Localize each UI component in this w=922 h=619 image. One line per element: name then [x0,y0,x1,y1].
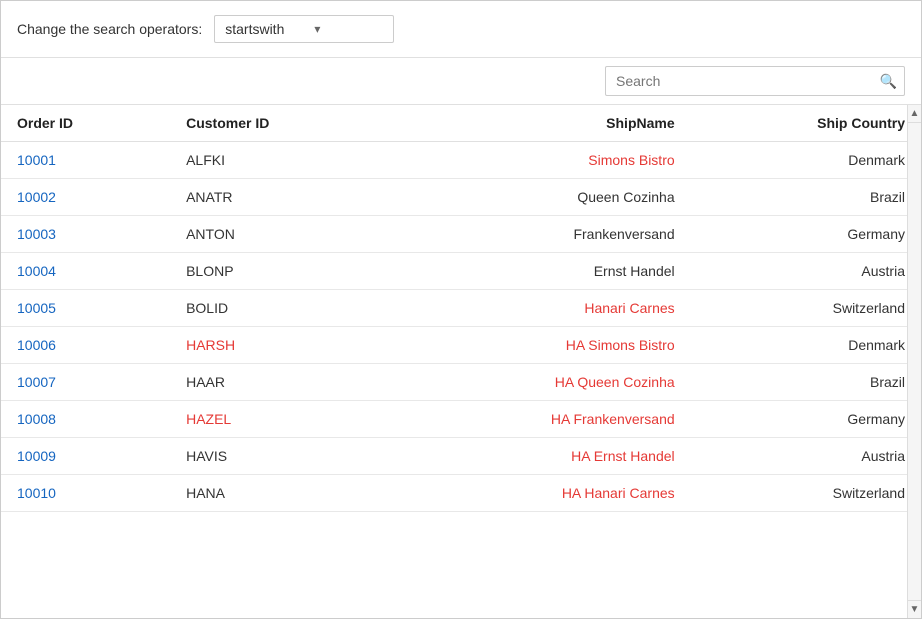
cell-country: Austria [691,438,921,475]
cell-country: Germany [691,401,921,438]
table-row[interactable]: 10003ANTONFrankenversandGermany [1,216,921,253]
table-row[interactable]: 10010HANAHA Hanari CarnesSwitzerland [1,475,921,512]
scroll-arrow-up[interactable]: ▲ [908,105,922,123]
cell-country: Denmark [691,327,921,364]
table-row[interactable]: 10005BOLIDHanari CarnesSwitzerland [1,290,921,327]
cell-customerid: BOLID [170,290,391,327]
cell-orderid: 10006 [1,327,170,364]
cell-country: Brazil [691,364,921,401]
cell-shipname: Frankenversand [391,216,690,253]
cell-shipname: HA Simons Bistro [391,327,690,364]
col-header-shipname: ShipName [391,105,690,142]
table-header: Order ID Customer ID ShipName Ship Count… [1,105,921,142]
cell-country: Brazil [691,179,921,216]
cell-orderid: 10002 [1,179,170,216]
cell-shipname: Queen Cozinha [391,179,690,216]
cell-customerid: HAAR [170,364,391,401]
cell-country: Austria [691,253,921,290]
col-header-country: Ship Country [691,105,921,142]
cell-shipname: Simons Bistro [391,142,690,179]
cell-shipname: HA Ernst Handel [391,438,690,475]
cell-shipname: HA Frankenversand [391,401,690,438]
cell-customerid: HARSH [170,327,391,364]
cell-customerid: ANATR [170,179,391,216]
table-row[interactable]: 10004BLONPErnst HandelAustria [1,253,921,290]
search-bar-row: 🔍 [1,58,921,105]
col-header-customerid: Customer ID [170,105,391,142]
scroll-track[interactable] [908,123,921,600]
data-grid: Order ID Customer ID ShipName Ship Count… [1,105,921,512]
scroll-arrow-down[interactable]: ▼ [908,600,922,618]
chevron-down-icon: ▾ [314,22,320,36]
cell-country: Germany [691,216,921,253]
table-row[interactable]: 10002ANATRQueen CozinhaBrazil [1,179,921,216]
main-container: Change the search operators: startswith … [0,0,922,619]
cell-orderid: 10004 [1,253,170,290]
search-input[interactable] [605,66,905,96]
cell-customerid: HAZEL [170,401,391,438]
table-row[interactable]: 10006HARSHHA Simons BistroDenmark [1,327,921,364]
operator-dropdown[interactable]: startswith ▾ [214,15,394,43]
table-row[interactable]: 10007HAARHA Queen CozinhaBrazil [1,364,921,401]
cell-customerid: BLONP [170,253,391,290]
cell-shipname: HA Queen Cozinha [391,364,690,401]
cell-customerid: HANA [170,475,391,512]
operator-value: startswith [225,21,284,37]
cell-shipname: Hanari Carnes [391,290,690,327]
operator-label: Change the search operators: [17,21,202,37]
scrollbar-right[interactable]: ▲ ▼ [907,105,921,618]
cell-orderid: 10003 [1,216,170,253]
cell-orderid: 10010 [1,475,170,512]
cell-orderid: 10008 [1,401,170,438]
table-row[interactable]: 10008HAZELHA FrankenversandGermany [1,401,921,438]
table-wrapper: Order ID Customer ID ShipName Ship Count… [1,105,921,618]
cell-country: Switzerland [691,475,921,512]
cell-country: Denmark [691,142,921,179]
cell-shipname: HA Hanari Carnes [391,475,690,512]
cell-orderid: 10001 [1,142,170,179]
cell-orderid: 10007 [1,364,170,401]
top-bar: Change the search operators: startswith … [1,1,921,58]
cell-country: Switzerland [691,290,921,327]
cell-customerid: ALFKI [170,142,391,179]
cell-shipname: Ernst Handel [391,253,690,290]
table-body: 10001ALFKISimons BistroDenmark10002ANATR… [1,142,921,512]
cell-customerid: ANTON [170,216,391,253]
search-wrapper: 🔍 [605,66,905,96]
table-row[interactable]: 10009HAVISHA Ernst HandelAustria [1,438,921,475]
cell-orderid: 10005 [1,290,170,327]
table-row[interactable]: 10001ALFKISimons BistroDenmark [1,142,921,179]
cell-orderid: 10009 [1,438,170,475]
col-header-orderid: Order ID [1,105,170,142]
cell-customerid: HAVIS [170,438,391,475]
